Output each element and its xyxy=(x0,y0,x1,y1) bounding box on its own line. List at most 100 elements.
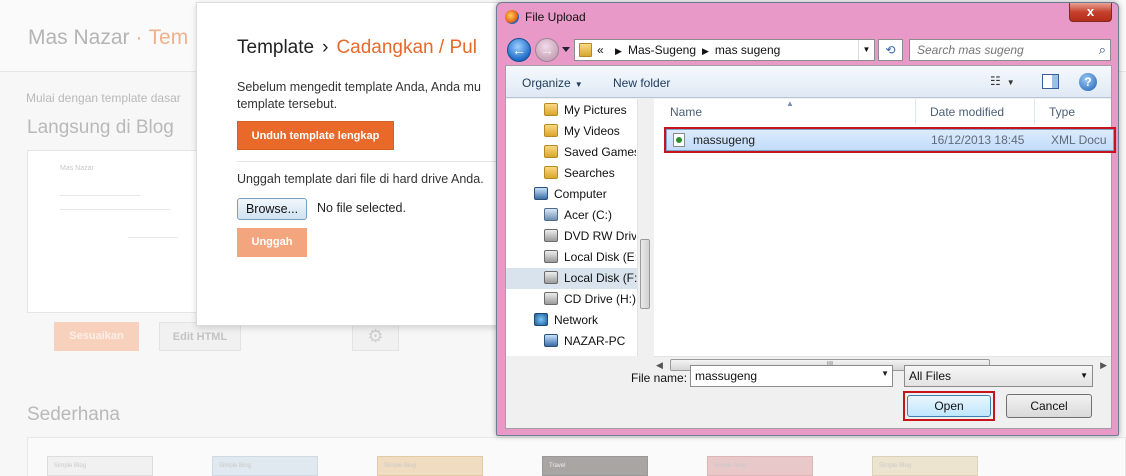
column-header-name[interactable]: ▲ Name xyxy=(654,99,916,125)
no-file-selected-text: No file selected. xyxy=(317,201,406,215)
mini-template-thumbnail[interactable]: Simple Blog xyxy=(377,456,483,476)
folder-icon xyxy=(544,124,558,137)
thumbnail-line xyxy=(128,237,178,238)
folder-icon xyxy=(544,145,558,158)
file-date-modified: 16/12/2013 18:45 xyxy=(931,133,1025,147)
nav-item-label: NAZAR-PC xyxy=(564,334,626,348)
mini-template-label: Simple Blog xyxy=(714,463,747,469)
close-icon[interactable]: x xyxy=(1069,3,1112,22)
nav-item-label: My Pictures xyxy=(564,103,627,117)
search-box[interactable]: ⌕ xyxy=(909,39,1111,61)
mini-template-label: Simple Blog xyxy=(384,463,417,469)
nav-item-saved-games[interactable]: Saved Games xyxy=(544,142,636,163)
mini-template-label: Travel xyxy=(549,463,566,469)
nav-item-computer[interactable]: Computer xyxy=(534,184,636,205)
blog-name-text: Mas Nazar xyxy=(28,26,130,49)
edit-html-button[interactable]: Edit HTML xyxy=(159,322,241,351)
download-template-button[interactable]: Unduh template lengkap xyxy=(237,121,394,150)
folder-icon xyxy=(544,166,558,179)
nav-item-acer-c[interactable]: Acer (C:) xyxy=(544,205,636,226)
open-button-highlight: Open xyxy=(903,391,995,421)
mini-template-thumbnail[interactable]: Simple Blog xyxy=(47,456,153,476)
mini-template-thumbnail[interactable]: Simple Blog xyxy=(707,456,813,476)
new-folder-button[interactable]: New folder xyxy=(613,76,670,90)
drive-icon xyxy=(544,250,558,263)
nav-item-my-videos[interactable]: My Videos xyxy=(544,121,636,142)
scrollbar-thumb[interactable] xyxy=(640,239,650,309)
nav-item-dvd-rw-drive[interactable]: DVD RW Drive xyxy=(544,226,636,247)
nav-item-label: Local Disk (F: xyxy=(564,271,637,285)
nav-item-label: Network xyxy=(554,313,599,327)
live-template-thumbnail[interactable]: Mas Nazar xyxy=(27,150,197,313)
search-input[interactable] xyxy=(910,40,1090,60)
breadcrumb-separator-icon: ▶ xyxy=(702,46,709,56)
breadcrumb-item[interactable]: Mas-Sugeng xyxy=(628,43,696,57)
chevron-down-icon: ▼ xyxy=(574,80,583,89)
chevron-down-icon[interactable]: ▼ xyxy=(858,40,874,60)
chevron-down-icon[interactable]: ▼ xyxy=(881,369,889,378)
open-button[interactable]: Open xyxy=(907,395,991,417)
breadcrumb-separator-icon: ▶ xyxy=(615,46,622,56)
address-bar[interactable]: « ▶ Mas-Sugeng ▶ mas sugeng ▼ xyxy=(574,39,875,61)
breadcrumb-item[interactable]: mas sugeng xyxy=(715,43,780,57)
firefox-icon xyxy=(505,10,519,24)
file-name-combobox[interactable]: ▼ xyxy=(690,365,893,387)
network-icon xyxy=(534,313,548,326)
column-header-type[interactable]: Type xyxy=(1035,99,1111,125)
simple-heading: Sederhana xyxy=(27,404,120,425)
template-backup-dialog: Template › Cadangkan / Pul Sebelum mengedi… xyxy=(196,2,501,326)
nav-item-local-disk-f[interactable]: Local Disk (F: xyxy=(506,268,637,289)
preview-pane-icon[interactable] xyxy=(1042,74,1059,89)
file-row[interactable]: massugeng 16/12/2013 18:45 XML Docu xyxy=(664,127,1116,153)
search-icon[interactable]: ⌕ xyxy=(1099,42,1106,58)
file-name-input[interactable] xyxy=(691,366,874,386)
chevron-down-icon: ▼ xyxy=(1006,78,1015,87)
cd-drive-icon xyxy=(544,292,558,305)
browse-button[interactable]: Browse... xyxy=(237,198,307,220)
file-name: massugeng xyxy=(693,133,756,147)
back-arrow-icon[interactable]: ← xyxy=(507,38,531,62)
scroll-left-icon[interactable]: ◀ xyxy=(656,360,663,371)
mini-template-thumbnail[interactable]: Simple Blog xyxy=(212,456,318,476)
dialog-titlebar[interactable]: File Upload x xyxy=(497,3,1118,33)
address-row: ← → « ▶ Mas-Sugeng ▶ mas sugeng ▼ ⟲ ⌕ xyxy=(497,33,1118,65)
file-type-select[interactable]: All Files ▼ xyxy=(904,365,1093,387)
view-options-menu[interactable]: ☷ ▼ xyxy=(990,74,1015,88)
backup-text-line: Sebelum mengedit template Anda, Anda mu xyxy=(237,80,481,94)
file-list-pane: ▲ Name Date modified Type massugeng 16/12… xyxy=(654,99,1116,356)
customize-button[interactable]: Sesuaikan xyxy=(54,322,139,351)
header-separator: · xyxy=(135,26,143,49)
refresh-icon[interactable]: ⟲ xyxy=(878,39,903,61)
dialog-title: Template › Cadangkan / Pul xyxy=(237,37,477,59)
cancel-button[interactable]: Cancel xyxy=(1006,394,1092,418)
navigation-pane: My Pictures My Videos Saved Games Search… xyxy=(506,99,652,356)
column-header-date-modified[interactable]: Date modified xyxy=(916,99,1035,125)
nav-item-network[interactable]: Network xyxy=(534,310,636,331)
pc-icon xyxy=(544,334,558,347)
file-upload-dialog: File Upload x ← → « ▶ Mas-Sugeng ▶ mas suge… xyxy=(496,2,1119,436)
nav-item-cd-drive-h[interactable]: CD Drive (H:) xyxy=(544,289,636,310)
breadcrumb-overflow[interactable]: « xyxy=(597,43,604,57)
mini-template-thumbnail[interactable]: Simple Blog xyxy=(872,456,978,476)
drive-icon xyxy=(544,271,558,284)
organize-menu[interactable]: Organize ▼ xyxy=(522,76,583,90)
nav-item-local-disk-e[interactable]: Local Disk (E: xyxy=(544,247,636,268)
dialog-title-sub: Cadangkan / Pul xyxy=(336,37,477,58)
help-icon[interactable]: ? xyxy=(1079,73,1097,91)
nav-item-label: Acer (C:) xyxy=(564,208,612,222)
nav-item-label: Computer xyxy=(554,187,607,201)
dvd-drive-icon xyxy=(544,229,558,242)
mini-template-thumbnail[interactable]: Travel xyxy=(542,456,648,476)
nav-pane-scrollbar[interactable] xyxy=(637,99,652,356)
nav-item-label: CD Drive (H:) xyxy=(564,292,636,306)
nav-item-nazar-pc[interactable]: NAZAR-PC xyxy=(544,331,636,352)
gear-icon[interactable]: ⚙ xyxy=(352,322,399,351)
dialog-title-main: Template xyxy=(237,37,315,58)
recent-locations-dropdown-icon[interactable] xyxy=(562,47,570,52)
organize-label: Organize xyxy=(522,76,571,90)
upload-button[interactable]: Unggah xyxy=(237,228,307,257)
forward-arrow-icon[interactable]: → xyxy=(535,38,559,62)
nav-item-searches[interactable]: Searches xyxy=(544,163,636,184)
scroll-right-icon[interactable]: ▶ xyxy=(1100,360,1107,371)
nav-item-my-pictures[interactable]: My Pictures xyxy=(544,100,636,121)
